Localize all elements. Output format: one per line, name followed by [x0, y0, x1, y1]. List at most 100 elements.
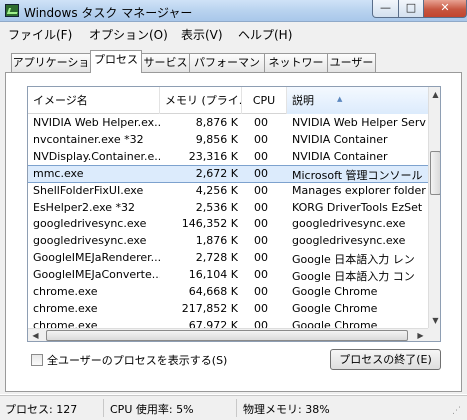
process-row[interactable]: chrome.exe 217,852 K 00 Google Chrome — [28, 301, 428, 317]
process-memory: 64,668 K — [188, 285, 238, 298]
menu-bar: ファイル(F) オプション(O) 表示(V) ヘルプ(H) — [0, 22, 467, 44]
process-memory: 146,352 K — [181, 217, 238, 231]
show-all-users-label[interactable]: 全ユーザーのプロセスを表示する(S) — [47, 352, 227, 368]
list-header: イメージ名 メモリ (プライ... CPU ▲ 説明 — [28, 87, 428, 114]
process-cpu: 00 — [254, 116, 268, 129]
process-memory: 8,876 K — [195, 116, 238, 129]
status-process-count: プロセス: 127 — [5, 403, 78, 416]
vertical-scroll-thumb[interactable] — [430, 151, 440, 195]
process-cpu: 00 — [254, 200, 268, 214]
column-label: CPU — [252, 94, 276, 107]
status-divider — [103, 399, 104, 417]
process-row[interactable]: googledrivesync.exe 1,876 K 00 googledrives… — [28, 233, 428, 249]
process-memory: 9,856 K — [195, 132, 238, 146]
process-description: KORG DriverTools EzSet — [292, 200, 423, 214]
process-row[interactable]: ShellFolderFixUI.exe 4,256 K 00 Manages exp… — [28, 183, 428, 199]
process-row[interactable]: EsHelper2.exe *32 2,536 K 00 KORG DriverToo… — [28, 200, 428, 216]
process-row[interactable]: GoogleIMEJaRenderer... 2,728 K 00 Google 日本… — [28, 250, 428, 266]
process-row[interactable]: NVIDIA Web Helper.ex... 8,876 K 00 NVIDIA W… — [28, 115, 428, 131]
status-physical-memory: 物理メモリ: 38% — [243, 403, 330, 416]
process-row[interactable]: nvcontainer.exe *32 9,856 K 00 NVIDIA Conta… — [28, 132, 428, 148]
process-description: Google Chrome — [292, 285, 378, 298]
column-label: メモリ (プライ... — [165, 94, 242, 107]
process-cpu: 00 — [254, 234, 268, 248]
process-cpu: 00 — [254, 251, 268, 265]
process-image-name: chrome.exe — [33, 285, 98, 298]
scroll-down-icon[interactable]: ▼ — [429, 313, 440, 328]
horizontal-scrollbar[interactable]: ◀ ▶ — [28, 328, 428, 341]
process-description: Manages explorer folder — [292, 183, 426, 197]
show-all-users-checkbox[interactable] — [31, 354, 43, 366]
tab-network[interactable]: ネットワーク — [264, 53, 328, 86]
process-cpu: 00 — [254, 149, 268, 163]
vertical-scrollbar[interactable]: ▲ ▼ — [428, 87, 440, 328]
process-row[interactable]: GoogleIMEJaConverte... 16,104 K 00 Google 日… — [28, 267, 428, 283]
tab-performance[interactable]: パフォーマンス — [189, 53, 265, 86]
process-row[interactable]: NVDisplay.Container.e... 23,316 K 00 NVIDIA… — [28, 149, 428, 165]
column-cpu[interactable]: CPU — [242, 87, 287, 114]
scroll-left-icon[interactable]: ◀ — [28, 329, 43, 341]
process-row[interactable]: googledrivesync.exe 146,352 K 00 googledriv… — [28, 216, 428, 232]
process-cpu: 00 — [254, 217, 268, 231]
process-image-name: nvcontainer.exe *32 — [33, 132, 144, 146]
horizontal-scroll-thumb[interactable] — [46, 330, 408, 341]
process-memory: 4,256 K — [195, 183, 238, 197]
resize-grip-icon[interactable]: ⋰ — [452, 406, 461, 416]
sort-ascending-icon: ▲ — [337, 95, 343, 103]
process-image-name: googledrivesync.exe — [33, 217, 147, 231]
tab-applications[interactable]: アプリケーション — [11, 53, 91, 86]
process-image-name: GoogleIMEJaRenderer... — [33, 251, 160, 265]
process-memory: 1,876 K — [195, 234, 238, 248]
close-button[interactable]: ✕ — [423, 0, 467, 18]
process-memory: 2,672 K — [195, 166, 238, 180]
menu-view[interactable]: 表示(V) — [181, 26, 223, 43]
column-label: 説明 — [292, 94, 314, 107]
column-image-name[interactable]: イメージ名 — [28, 87, 160, 114]
process-image-name: NVDisplay.Container.e... — [33, 149, 160, 163]
tab-processes[interactable]: プロセス — [90, 50, 142, 73]
process-row[interactable]: chrome.exe 64,668 K 00 Google Chrome — [28, 284, 428, 300]
process-description: NVIDIA Container — [292, 149, 388, 163]
process-image-name: NVIDIA Web Helper.ex... — [33, 116, 160, 129]
scrollbar-corner — [428, 328, 440, 341]
column-memory[interactable]: メモリ (プライ... — [160, 87, 242, 114]
maximize-button[interactable]: □ — [398, 0, 424, 18]
scroll-up-icon[interactable]: ▲ — [429, 87, 440, 102]
tab-users[interactable]: ユーザー — [327, 53, 376, 72]
menu-file[interactable]: ファイル(F) — [8, 26, 72, 43]
process-description: Google 日本語入力 コン — [292, 270, 415, 284]
process-list[interactable]: イメージ名 メモリ (プライ... CPU ▲ 説明 NVIDIA Web He… — [27, 86, 441, 342]
process-description: googledrivesync.exe — [292, 234, 406, 248]
tab-services[interactable]: サービス — [141, 53, 190, 72]
scroll-right-icon[interactable]: ▶ — [413, 329, 428, 341]
menu-options[interactable]: オプション(O) — [89, 26, 168, 43]
task-manager-app-icon — [5, 4, 19, 17]
column-label: イメージ名 — [33, 94, 88, 107]
process-description: googledrivesync.exe — [292, 217, 406, 231]
process-description: Microsoft 管理コンソール — [292, 168, 423, 182]
process-cpu: 00 — [254, 132, 268, 146]
process-memory: 217,852 K — [181, 301, 238, 315]
minimize-button[interactable]: — — [372, 0, 399, 18]
process-cpu: 00 — [254, 285, 268, 298]
process-memory: 2,728 K — [195, 251, 238, 265]
process-image-name: ShellFolderFixUI.exe — [33, 183, 144, 197]
process-description: Google 日本語入力 レン — [292, 253, 415, 267]
process-image-name: EsHelper2.exe *32 — [33, 200, 136, 214]
process-cpu: 00 — [254, 166, 268, 180]
process-image-name: GoogleIMEJaConverte... — [33, 268, 160, 282]
process-cpu: 00 — [254, 268, 268, 282]
end-process-button[interactable]: プロセスの終了(E) — [330, 349, 441, 370]
window-title: Windows タスク マネージャー — [24, 6, 193, 20]
process-cpu: 00 — [254, 183, 268, 197]
column-description[interactable]: ▲ 説明 — [287, 87, 428, 114]
process-image-name: mmc.exe — [33, 166, 84, 180]
process-row[interactable]: mmc.exe 2,672 K 00 Microsoft 管理コンソール — [28, 164, 429, 183]
status-divider — [236, 399, 237, 417]
process-memory: 16,104 K — [188, 268, 238, 282]
menu-help[interactable]: ヘルプ(H) — [238, 26, 292, 43]
process-description: Google Chrome — [292, 301, 378, 315]
title-bar: Windows タスク マネージャー — □ ✕ — [0, 0, 467, 22]
process-image-name: chrome.exe — [33, 301, 98, 315]
process-memory: 23,316 K — [188, 149, 238, 163]
